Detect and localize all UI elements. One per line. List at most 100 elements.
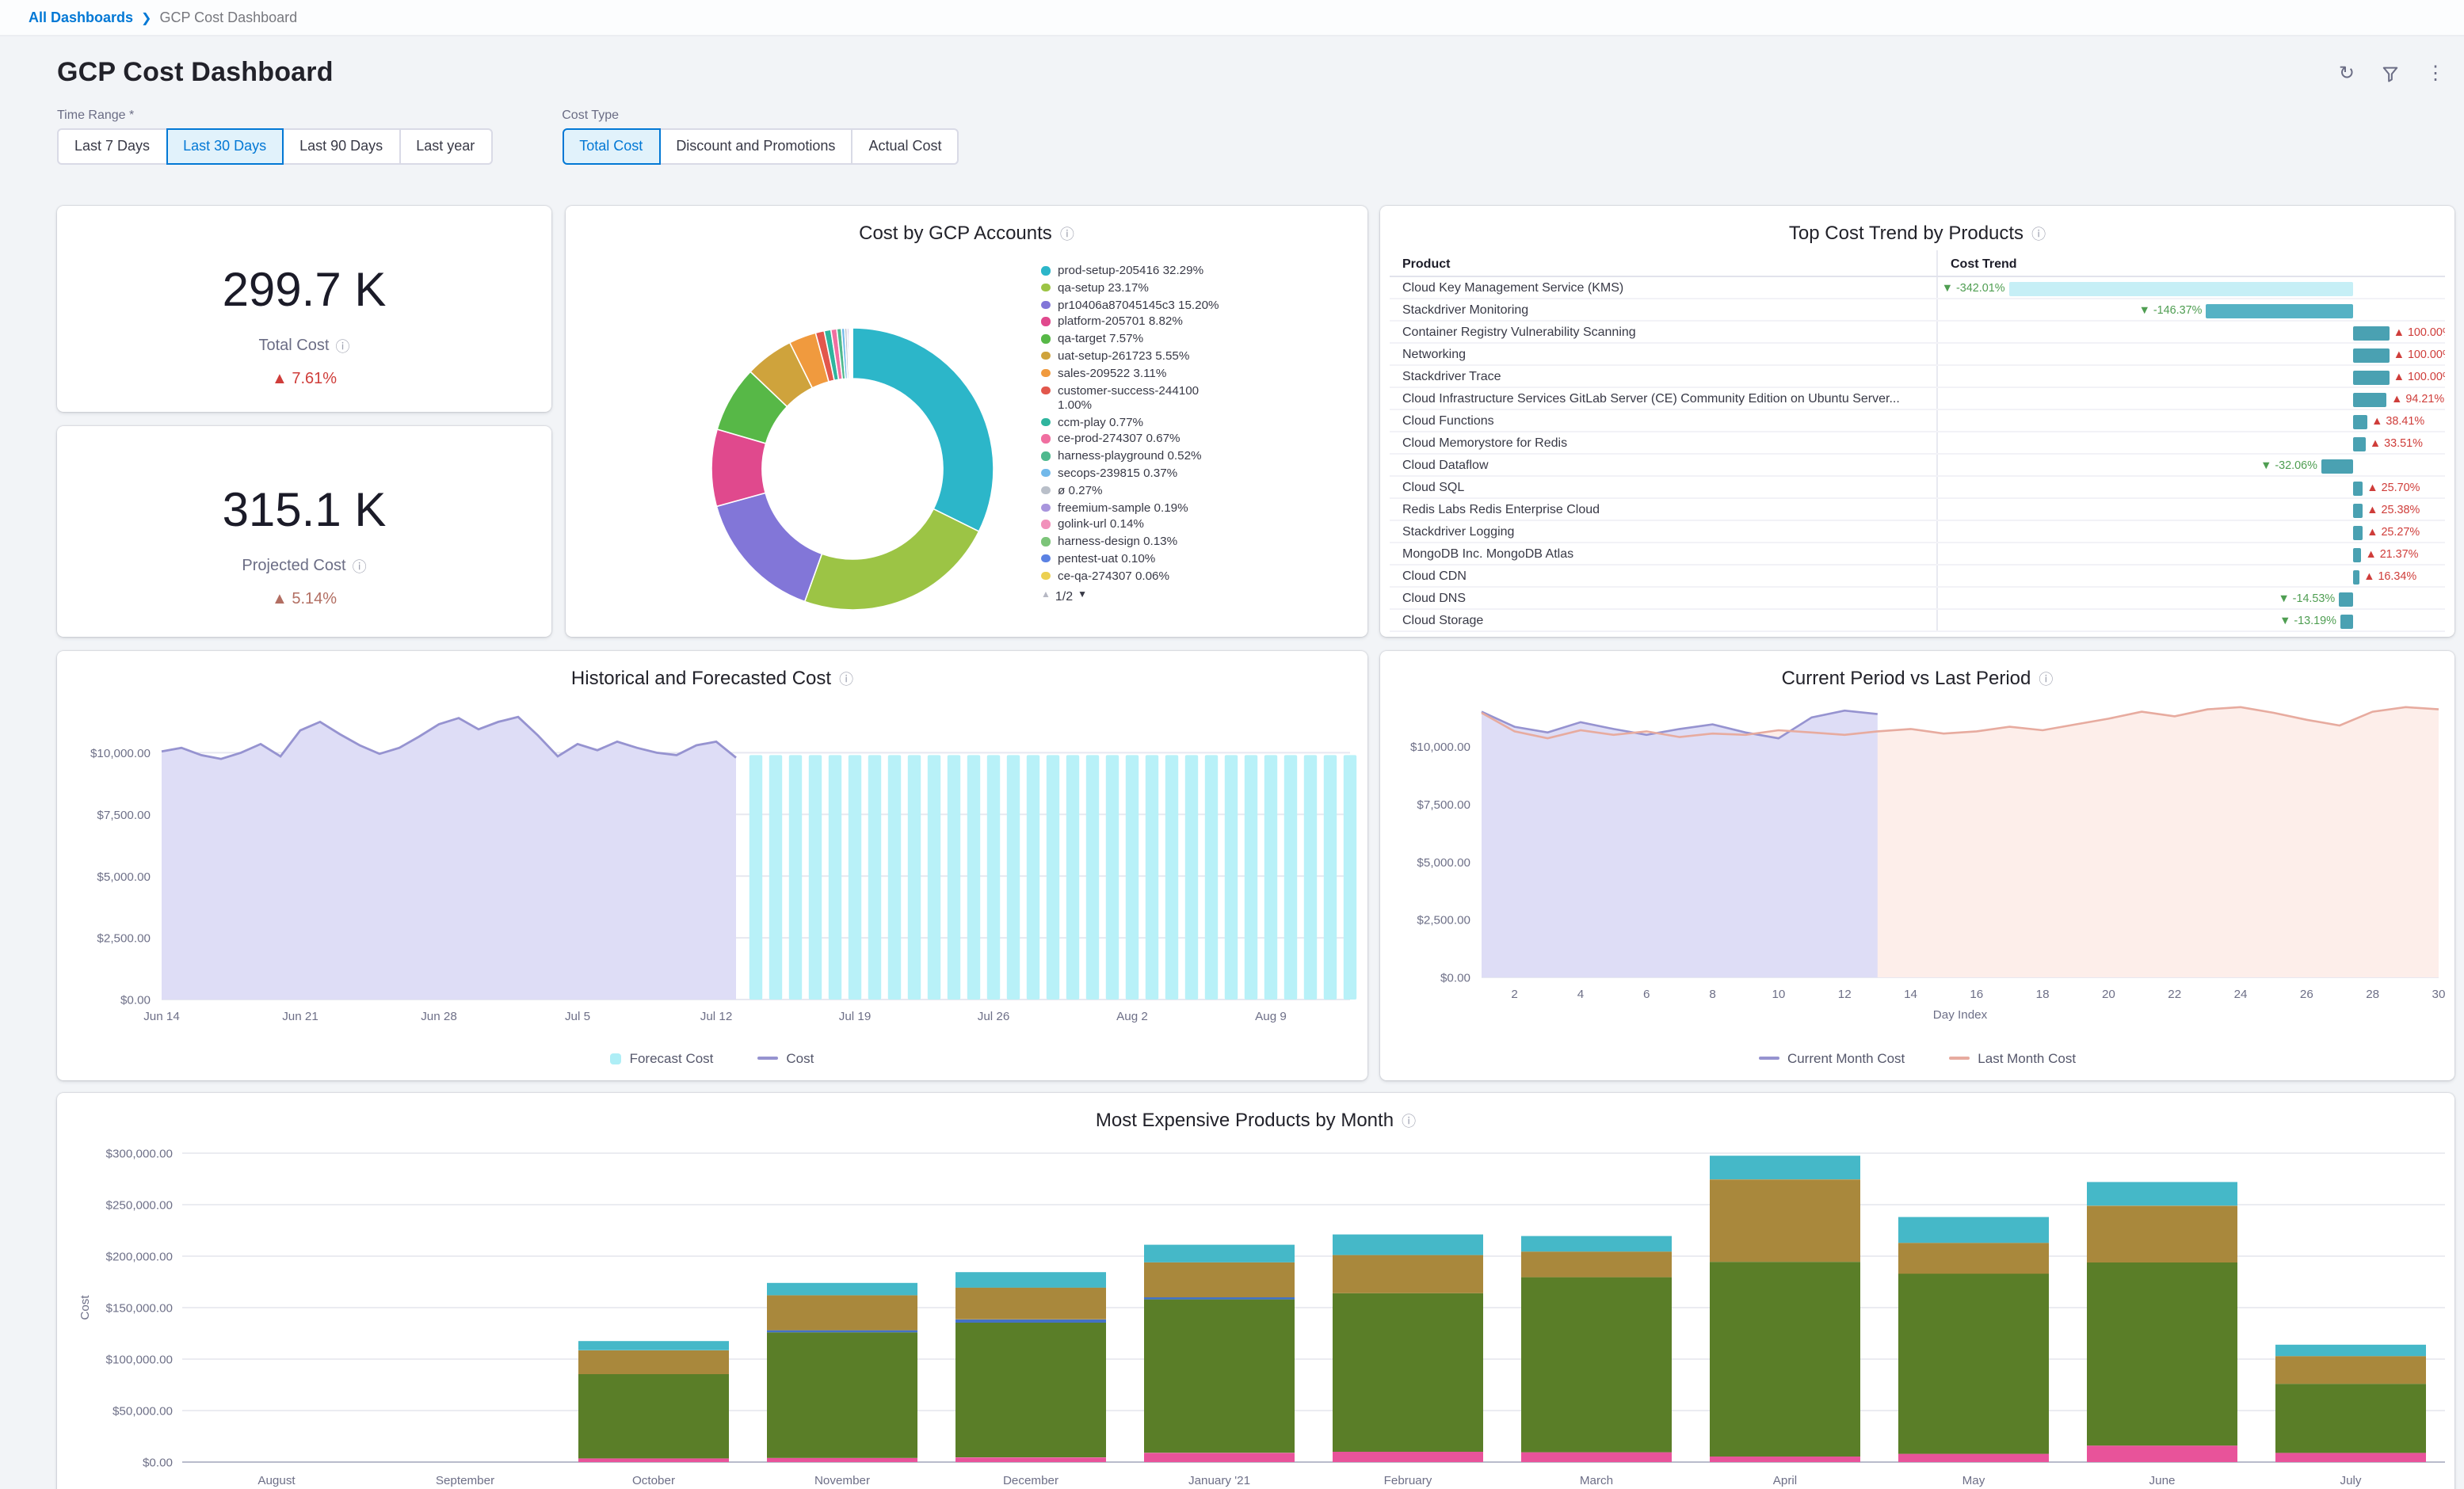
donut-legend-item[interactable]: qa-target 7.57% — [1041, 331, 1326, 345]
bar-segment-green[interactable] — [1144, 1300, 1295, 1453]
bar-segment-teal[interactable] — [767, 1283, 917, 1296]
trend-bar[interactable] — [2354, 370, 2390, 384]
info-icon[interactable]: ⓘ — [335, 336, 349, 356]
legend-current-month[interactable]: Current Month Cost — [1759, 1050, 1905, 1066]
forecast-bar[interactable] — [1344, 755, 1356, 1000]
kebab-menu-icon[interactable]: ⋮ — [2426, 63, 2445, 82]
donut-legend-item[interactable]: customer-success-244100 1.00% — [1041, 383, 1326, 412]
forecast-bar[interactable] — [769, 755, 782, 1000]
trend-bar[interactable] — [2321, 459, 2354, 473]
trend-bar[interactable] — [2354, 348, 2390, 362]
donut-legend-item[interactable]: harness-design 0.13% — [1041, 534, 1326, 548]
bar-segment-olive[interactable] — [955, 1288, 1106, 1320]
info-icon[interactable]: ⓘ — [839, 668, 853, 688]
forecast-bar[interactable] — [1126, 755, 1139, 1000]
bar-segment-teal[interactable] — [955, 1272, 1106, 1288]
bar-segment-teal[interactable] — [578, 1341, 729, 1350]
forecast-bar[interactable] — [1086, 755, 1099, 1000]
bar-segment-teal[interactable] — [1144, 1245, 1295, 1262]
bar-segment-pink[interactable] — [2087, 1445, 2237, 1462]
donut-legend-item[interactable]: ce-prod-274307 0.67% — [1041, 432, 1326, 446]
time-range-option-last-7-days[interactable]: Last 7 Days — [57, 128, 167, 165]
forecast-bar[interactable] — [1324, 755, 1337, 1000]
column-header-product[interactable]: Product — [1390, 256, 1936, 270]
trend-bar[interactable] — [2339, 592, 2353, 606]
bar-segment-olive[interactable] — [1898, 1243, 2049, 1274]
time-range-option-last-30-days[interactable]: Last 30 Days — [166, 128, 284, 165]
historical-forecast-chart[interactable]: $0.00$2,500.00$5,000.00$7,500.00$10,000.… — [63, 699, 1363, 1034]
refresh-icon[interactable]: ↻ — [2339, 63, 2355, 82]
forecast-bar[interactable] — [1205, 755, 1218, 1000]
current-month-area[interactable] — [1482, 710, 1878, 977]
bar-segment-green[interactable] — [955, 1323, 1106, 1457]
bar-segment-teal[interactable] — [1521, 1236, 1672, 1252]
bar-segment-pink[interactable] — [578, 1458, 729, 1462]
donut-segment-prod-setup-205416[interactable] — [852, 328, 994, 531]
bar-segment-teal[interactable] — [2087, 1182, 2237, 1205]
bar-segment-pink[interactable] — [1898, 1454, 2049, 1462]
legend-cost[interactable]: Cost — [757, 1050, 814, 1066]
cost-type-option-actual-cost[interactable]: Actual Cost — [851, 128, 959, 165]
donut-legend-item[interactable]: pentest-uat 0.10% — [1041, 551, 1326, 566]
forecast-bar[interactable] — [888, 755, 901, 1000]
info-icon[interactable]: ⓘ — [2039, 668, 2053, 688]
donut-legend-item[interactable]: pr10406a87045145c3 15.20% — [1041, 297, 1326, 311]
info-icon[interactable]: ⓘ — [353, 556, 367, 577]
forecast-bar[interactable] — [1146, 755, 1158, 1000]
donut-legend-item[interactable]: freemium-sample 0.19% — [1041, 500, 1326, 514]
forecast-bar[interactable] — [1106, 755, 1119, 1000]
column-header-cost-trend[interactable]: Cost Trend — [1936, 250, 2445, 276]
trend-bar[interactable] — [2354, 525, 2363, 539]
forecast-bar[interactable] — [1284, 755, 1297, 1000]
forecast-bar[interactable] — [749, 755, 762, 1000]
gcp-accounts-donut-chart[interactable] — [694, 310, 1011, 627]
forecast-bar[interactable] — [868, 755, 881, 1000]
bar-segment-green[interactable] — [578, 1374, 729, 1459]
forecast-bar[interactable] — [1165, 755, 1178, 1000]
trend-bar[interactable] — [2207, 303, 2354, 318]
forecast-bar[interactable] — [1047, 755, 1059, 1000]
donut-legend-item[interactable]: secops-239815 0.37% — [1041, 466, 1326, 480]
bar-segment-pink[interactable] — [1521, 1453, 1672, 1462]
bar-segment-olive[interactable] — [2087, 1205, 2237, 1262]
trend-bar[interactable] — [2354, 414, 2367, 428]
bar-segment-olive[interactable] — [2275, 1356, 2426, 1384]
bar-segment-pink[interactable] — [767, 1458, 917, 1462]
trend-bar[interactable] — [2354, 326, 2390, 340]
forecast-bar[interactable] — [1225, 755, 1238, 1000]
bar-segment-teal[interactable] — [1710, 1156, 1860, 1179]
bar-segment-teal[interactable] — [2275, 1345, 2426, 1356]
forecast-bar[interactable] — [1304, 755, 1317, 1000]
bar-segment-green[interactable] — [1898, 1274, 2049, 1454]
forecast-bar[interactable] — [948, 755, 960, 1000]
donut-legend-item[interactable]: ce-qa-274307 0.06% — [1041, 569, 1326, 583]
info-icon[interactable]: ⓘ — [1060, 223, 1074, 243]
monthly-products-chart[interactable]: $0.00$50,000.00$100,000.00$150,000.00$20… — [67, 1134, 2445, 1489]
bar-segment-pink[interactable] — [2275, 1453, 2426, 1462]
bar-segment-pink[interactable] — [955, 1457, 1106, 1462]
forecast-bar[interactable] — [928, 755, 940, 1000]
bar-segment-pink[interactable] — [1710, 1457, 1860, 1462]
bar-segment-pink[interactable] — [1144, 1453, 1295, 1462]
bar-segment-green[interactable] — [767, 1332, 917, 1458]
cost-type-option-discount-and-promotions[interactable]: Discount and Promotions — [658, 128, 852, 165]
donut-segment-pr10406a87045145c3[interactable] — [716, 493, 822, 601]
legend-last-month[interactable]: Last Month Cost — [1949, 1050, 2076, 1066]
bar-segment-olive[interactable] — [1333, 1255, 1483, 1293]
donut-legend-item[interactable]: uat-setup-261723 5.55% — [1041, 348, 1326, 363]
forecast-bar[interactable] — [967, 755, 980, 1000]
trend-bar[interactable] — [2354, 436, 2366, 451]
bar-segment-olive[interactable] — [1710, 1179, 1860, 1262]
forecast-bar[interactable] — [849, 755, 861, 1000]
bar-segment-blue[interactable] — [955, 1320, 1106, 1323]
donut-legend-item[interactable]: ø 0.27% — [1041, 483, 1326, 497]
donut-legend-item[interactable]: platform-205701 8.82% — [1041, 314, 1326, 329]
info-icon[interactable]: ⓘ — [1402, 1110, 1416, 1130]
time-range-option-last-year[interactable]: Last year — [399, 128, 492, 165]
bar-segment-olive[interactable] — [1521, 1251, 1672, 1277]
trend-bar[interactable] — [2354, 569, 2359, 584]
bar-segment-teal[interactable] — [1333, 1235, 1483, 1255]
bar-segment-blue[interactable] — [767, 1331, 917, 1333]
forecast-bar[interactable] — [789, 755, 802, 1000]
trend-bar[interactable] — [2354, 503, 2363, 517]
